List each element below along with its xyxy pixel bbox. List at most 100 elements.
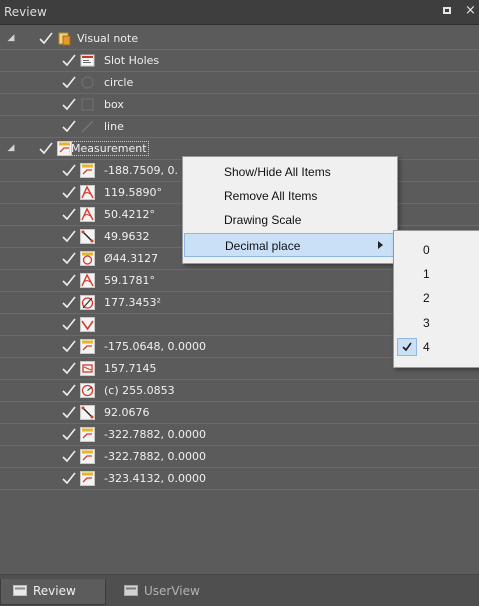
checkbox-checked-icon[interactable] — [61, 404, 77, 420]
submenu-item-label: 4 — [423, 340, 430, 354]
userview-tab-icon — [124, 585, 138, 596]
menu-item-decimal-place[interactable]: Decimal place — [184, 233, 394, 257]
tab-userview[interactable]: UserView — [112, 579, 212, 604]
maximize-icon[interactable] — [443, 7, 451, 14]
submenu-item-0[interactable]: 0 — [395, 238, 479, 262]
checkbox-checked-icon[interactable] — [61, 162, 77, 178]
menu-item-drawing-scale[interactable]: Drawing Scale — [184, 208, 394, 232]
checkbox-checked-icon[interactable] — [61, 294, 77, 310]
checkbox-checked-icon[interactable] — [38, 30, 54, 46]
tree-item-label: 50.4212° — [104, 208, 155, 221]
checkbox-checked-icon[interactable] — [61, 118, 77, 134]
menu-item-label: Remove All Items — [224, 189, 318, 203]
panel-titlebar: Review × — [0, 0, 479, 25]
coord-icon — [80, 427, 95, 442]
menu-item-remove-all[interactable]: Remove All Items — [184, 184, 394, 208]
coord-icon — [80, 471, 95, 486]
angle-icon — [80, 185, 95, 200]
tab-review-label: Review — [33, 584, 76, 598]
circle-icon — [80, 75, 95, 90]
submenu-item-label: 1 — [423, 267, 430, 281]
menu-item-show-hide-all[interactable]: Show/Hide All Items — [184, 160, 394, 184]
tree-item-row[interactable]: (c) 255.0853 — [0, 380, 479, 402]
diag-icon — [80, 405, 95, 420]
tree-item-label: Slot Holes — [104, 54, 160, 67]
checkbox-checked-icon[interactable] — [61, 360, 77, 376]
tree-item-label: 49.9632 — [104, 230, 150, 243]
diag-icon — [80, 229, 95, 244]
tree-item-label: box — [104, 98, 124, 111]
submenu-arrow-icon — [378, 241, 383, 249]
tree-item-row[interactable]: -322.7882, 0.0000 — [0, 424, 479, 446]
checkbox-checked-icon[interactable] — [38, 140, 54, 156]
slot-icon — [80, 53, 95, 68]
checkbox-checked-icon[interactable] — [61, 52, 77, 68]
tab-userview-label: UserView — [144, 584, 200, 598]
tree-item-label: 157.7145 — [104, 362, 157, 375]
menu-item-label: Show/Hide All Items — [224, 165, 331, 179]
checkbox-checked-icon[interactable] — [61, 272, 77, 288]
checkbox-checked-icon[interactable] — [61, 338, 77, 354]
checkbox-checked-icon[interactable] — [61, 206, 77, 222]
coord-icon — [80, 163, 95, 178]
angle-icon — [80, 273, 95, 288]
box-icon — [80, 97, 95, 112]
tree-item-label: circle — [104, 76, 134, 89]
checkbox-checked-icon[interactable] — [61, 228, 77, 244]
close-icon[interactable]: × — [465, 4, 476, 17]
review-tab-icon — [13, 585, 27, 596]
checkbox-checked-icon[interactable] — [61, 382, 77, 398]
coord-icon — [80, 449, 95, 464]
tree-item-label: -323.4132, 0.0000 — [104, 472, 206, 485]
vee-icon — [80, 317, 95, 332]
collapse-arrow-icon[interactable]: ◢ — [6, 143, 16, 153]
checkbox-checked-icon[interactable] — [61, 448, 77, 464]
tree-item-label: 119.5890° — [104, 186, 162, 199]
tree-item-row[interactable]: box — [0, 94, 479, 116]
note-icon — [57, 31, 72, 46]
submenu-item-label: 2 — [423, 291, 430, 305]
coord-icon — [80, 339, 95, 354]
tree-item-label: Ø44.3127 — [104, 252, 159, 265]
tree-item-row[interactable]: -322.7882, 0.0000 — [0, 446, 479, 468]
tree-item-label: 92.0676 — [104, 406, 150, 419]
tree-item-row[interactable]: Slot Holes — [0, 50, 479, 72]
panel-title: Review — [4, 5, 47, 19]
checkbox-checked-icon[interactable] — [61, 316, 77, 332]
tree-item-label: -188.7509, 0. — [104, 164, 178, 177]
tree-item-row[interactable]: 92.0676 — [0, 402, 479, 424]
radius-icon — [80, 383, 95, 398]
checkbox-checked-icon[interactable] — [61, 426, 77, 442]
tree-item-row[interactable]: circle — [0, 72, 479, 94]
tree-item-row[interactable]: line — [0, 116, 479, 138]
line-icon — [80, 119, 95, 134]
tree-group-row[interactable]: ◢ Visual note — [0, 28, 479, 50]
submenu-item-label: 3 — [423, 316, 430, 330]
tree-group-label: Visual note — [77, 32, 139, 45]
checkbox-checked-icon[interactable] — [61, 250, 77, 266]
angle-icon — [80, 207, 95, 222]
checkbox-checked-icon[interactable] — [61, 96, 77, 112]
tree-item-label: 59.1781° — [104, 274, 155, 287]
tab-review[interactable]: Review — [0, 579, 106, 605]
tab-bar: Review UserView — [0, 574, 479, 606]
decimal-place-submenu: 0 1 2 3 4 — [393, 230, 479, 368]
checkbox-checked-icon[interactable] — [61, 74, 77, 90]
tree-item-label: -175.0648, 0.0000 — [104, 340, 206, 353]
tree-item-label: 177.3453² — [104, 296, 161, 309]
tree-group-label: Measurement — [69, 141, 149, 156]
tree-item-label: (c) 255.0853 — [104, 384, 175, 397]
checkmark-icon — [397, 338, 417, 356]
tree-item-label: -322.7882, 0.0000 — [104, 428, 206, 441]
submenu-item-3[interactable]: 3 — [395, 311, 479, 335]
menu-item-label: Drawing Scale — [224, 213, 302, 227]
checkbox-checked-icon[interactable] — [61, 184, 77, 200]
collapse-arrow-icon[interactable]: ◢ — [6, 33, 16, 43]
menu-item-label: Decimal place — [225, 239, 301, 253]
submenu-item-1[interactable]: 1 — [395, 262, 479, 286]
submenu-item-2[interactable]: 2 — [395, 286, 479, 310]
submenu-item-4[interactable]: 4 — [395, 335, 479, 359]
tree-item-row[interactable]: -323.4132, 0.0000 — [0, 468, 479, 490]
context-menu: Show/Hide All Items Remove All Items Dra… — [182, 156, 398, 264]
checkbox-checked-icon[interactable] — [61, 470, 77, 486]
